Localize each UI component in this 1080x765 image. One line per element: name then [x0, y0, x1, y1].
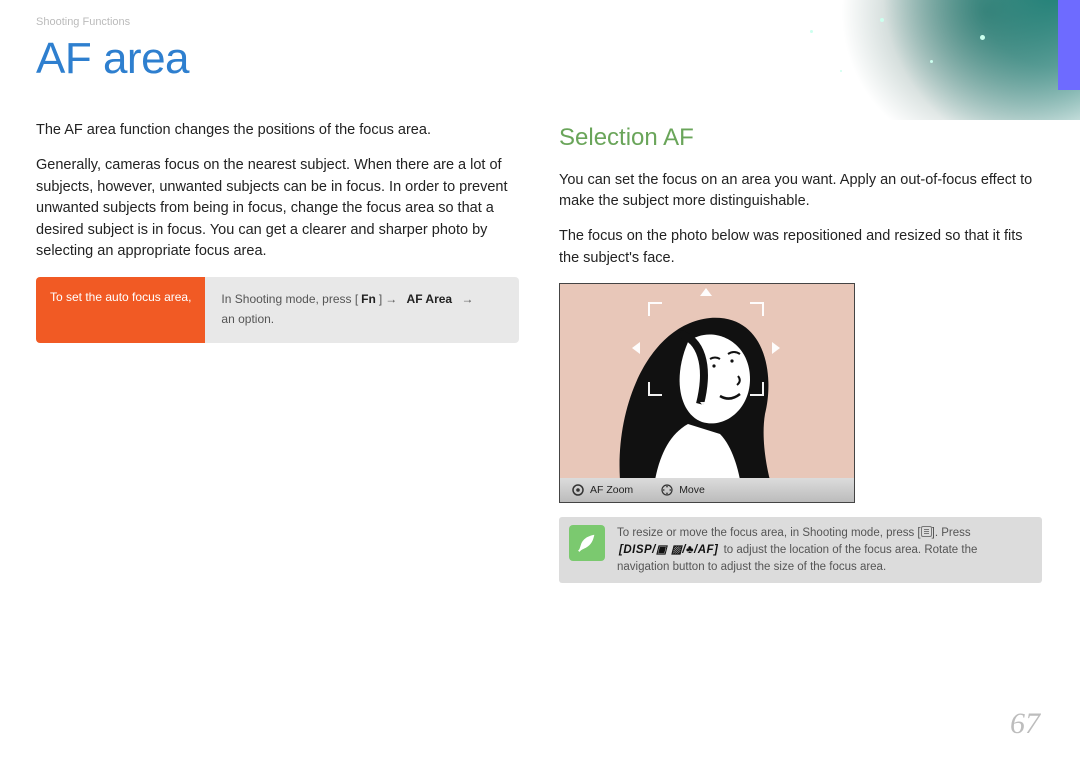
instruction-text: ] [379, 291, 382, 309]
chevron-up-icon [700, 288, 712, 296]
section-subhead: Selection AF [559, 120, 1042, 156]
manual-page: Shooting Functions AF area The AF area f… [0, 0, 1080, 765]
af-zoom-label: AF Zoom [590, 483, 633, 499]
chevron-down-icon [700, 402, 712, 410]
tip-box: To resize or move the focus area, in Sho… [559, 517, 1042, 583]
tip-text-part: ]. Press [932, 527, 971, 539]
sample-controls-bar: AF Zoom Move [560, 478, 854, 502]
af-selection-box [648, 302, 764, 396]
selection-paragraph-2: The focus on the photo below was reposit… [559, 226, 1042, 269]
content-columns: The AF area function changes the positio… [36, 120, 1042, 583]
dial-icon [572, 484, 584, 496]
instruction-row: To set the auto focus area, In Shooting … [36, 277, 519, 344]
instruction-text: In Shooting mode, press [ [221, 291, 358, 309]
right-column: Selection AF You can set the focus on an… [559, 120, 1042, 583]
pen-icon [569, 525, 605, 561]
af-area-key: AF Area [407, 291, 453, 309]
arrow-icon: → [461, 291, 473, 309]
chevron-right-icon [772, 342, 780, 354]
body-paragraph: Generally, cameras focus on the nearest … [36, 155, 519, 262]
instruction-body: In Shooting mode, press [Fn] → AF Area →… [205, 277, 519, 344]
chevron-left-icon [632, 342, 640, 354]
instruction-text: an option. [221, 311, 274, 329]
decorative-corner [770, 0, 1080, 120]
tip-text-part: To resize or move the focus area, in Sho… [617, 527, 921, 539]
dpad-icon [661, 484, 673, 496]
move-indicator: Move [661, 483, 705, 499]
section-tab [1058, 0, 1080, 90]
left-column: The AF area function changes the positio… [36, 120, 519, 583]
instruction-label: To set the auto focus area, [36, 277, 205, 344]
selection-paragraph-1: You can set the focus on an area you wan… [559, 170, 1042, 213]
grid-key-icon [921, 526, 932, 537]
move-label: Move [679, 483, 705, 499]
intro-paragraph: The AF area function changes the positio… [36, 120, 519, 141]
page-title: AF area [36, 34, 189, 84]
arrow-icon: → [385, 291, 397, 309]
sample-image-area [560, 284, 854, 478]
sample-photo: AF Zoom Move [559, 283, 855, 503]
fn-key: Fn [361, 291, 376, 309]
af-zoom-indicator: AF Zoom [572, 483, 633, 499]
nav-keys-label: [DISP/▣ ▨/♣/AF] [617, 542, 720, 559]
tip-text: To resize or move the focus area, in Sho… [617, 525, 1032, 575]
breadcrumb: Shooting Functions [36, 16, 130, 28]
page-number: 67 [1010, 707, 1040, 741]
